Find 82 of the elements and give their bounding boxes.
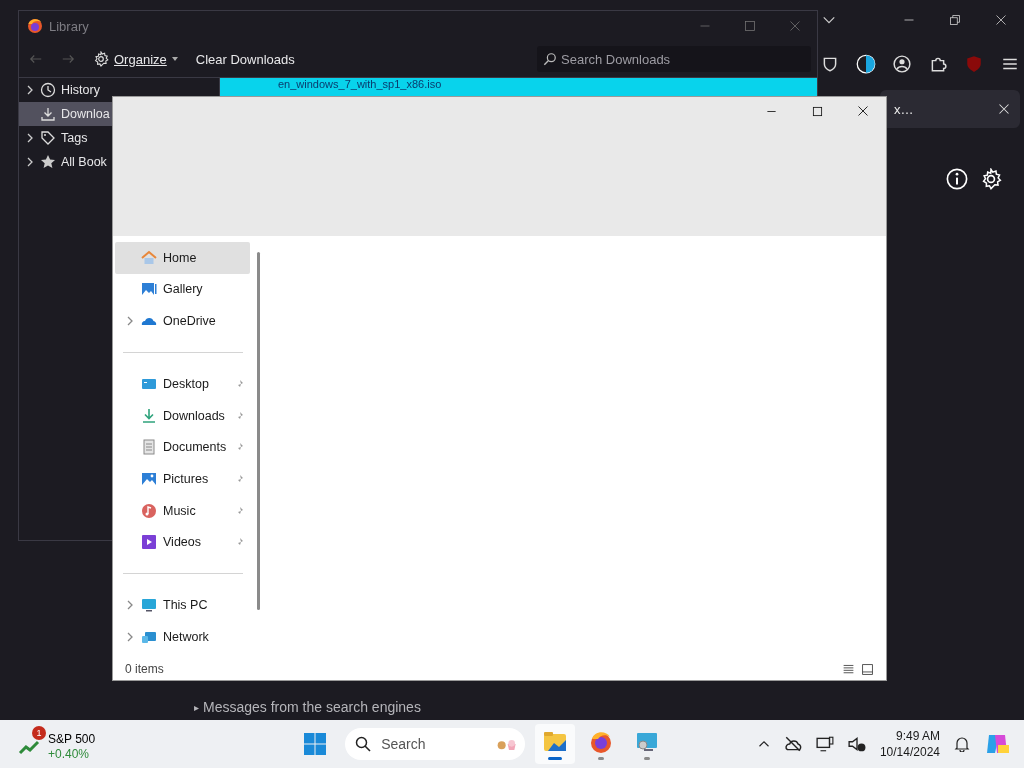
tiles-icon <box>861 662 874 676</box>
half-circle-icon <box>856 54 876 74</box>
tag-icon <box>40 130 56 146</box>
restore-icon <box>949 14 961 26</box>
caret-icon <box>171 56 178 62</box>
nav-item[interactable]: Downloads <box>115 399 250 432</box>
nav-item[interactable]: Music <box>115 494 250 527</box>
music-note-icon <box>141 502 157 519</box>
sidebar-item[interactable]: History <box>19 78 112 102</box>
shield-icon <box>965 55 983 73</box>
sidebar-item[interactable]: Tags <box>19 126 112 150</box>
nav-item[interactable]: This PC <box>115 589 250 622</box>
forward-arrow-icon <box>61 52 75 66</box>
nav-item[interactable]: Network <box>115 621 250 653</box>
image-icon <box>141 470 157 487</box>
close-icon <box>995 14 1007 26</box>
windows-logo-icon <box>303 732 328 756</box>
search-field[interactable]: Search Downloads <box>537 46 811 72</box>
status-text: 0 items <box>125 662 164 676</box>
close-icon <box>998 103 1010 115</box>
sidebar-item[interactable]: Downloa <box>19 102 112 126</box>
chevron-icon[interactable] <box>25 157 35 167</box>
nav-item[interactable]: Desktop <box>115 368 250 400</box>
monitor-icon <box>141 597 157 614</box>
info-icon <box>946 168 968 190</box>
cloud-off-icon <box>783 735 802 753</box>
fox-globe-icon <box>27 18 43 34</box>
search-icon <box>355 736 372 752</box>
close-button[interactable] <box>998 103 1010 115</box>
date-text: 10/14/2024 <box>879 744 940 760</box>
close-icon <box>857 105 869 117</box>
clock-icon <box>40 82 56 98</box>
tiles-view-button[interactable] <box>861 662 874 676</box>
settings-icon <box>93 51 109 67</box>
nav-item[interactable]: Videos <box>115 526 250 558</box>
search-field[interactable]: Search <box>345 728 526 760</box>
house-icon <box>141 249 157 266</box>
nav-item[interactable]: Gallery <box>115 273 250 306</box>
info-button[interactable] <box>946 168 968 190</box>
time-text: 9:49 AM <box>895 728 940 744</box>
back-arrow-icon <box>29 52 43 66</box>
bell-icon <box>954 736 970 752</box>
shield-icon <box>821 55 839 73</box>
download-icon <box>141 407 157 424</box>
settings-icon <box>980 168 1002 190</box>
puzzle-icon <box>929 55 947 73</box>
scrollbar[interactable] <box>257 252 260 610</box>
clock[interactable]: 9:49 AM 10/14/2024 <box>879 728 940 760</box>
muted-speaker-icon <box>847 735 866 753</box>
section-link[interactable]: Messages from the search engines <box>203 699 421 715</box>
monitor-icon <box>815 735 834 753</box>
maximize-icon <box>743 20 756 32</box>
star-icon <box>40 154 56 170</box>
image-icon <box>141 281 157 298</box>
download-icon <box>40 106 56 122</box>
details-view-button[interactable] <box>842 662 855 676</box>
notification-text: x… <box>894 101 914 117</box>
video-icon <box>141 534 157 551</box>
document-icon <box>141 439 157 456</box>
search-icon <box>543 52 557 66</box>
taskbar-app[interactable] <box>535 724 576 764</box>
window-title: Library <box>49 18 89 34</box>
nav-item[interactable]: OneDrive <box>115 305 250 337</box>
download-row[interactable]: en_windows_7_with_sp1_x86.iso <box>220 78 817 98</box>
nav-item[interactable]: Home <box>115 242 250 274</box>
notification-badge: 1 <box>32 726 46 740</box>
stock-widget[interactable]: 1 S&P 500 +0.40% <box>18 726 96 762</box>
widget-change: +0.40% <box>48 747 91 762</box>
chevron-icon[interactable] <box>25 133 35 143</box>
chevron-icon[interactable] <box>25 85 35 95</box>
account-icon <box>893 55 911 73</box>
widget-title: S&P 500 <box>48 732 96 747</box>
list-icon <box>842 662 855 676</box>
nav-item[interactable]: Documents <box>115 431 250 464</box>
settings-button[interactable] <box>980 168 1002 190</box>
sidebar-item[interactable]: All Book <box>19 150 112 174</box>
maximize-icon <box>811 105 823 117</box>
clear-downloads-button[interactable]: Clear Downloads <box>191 49 299 69</box>
nav-item[interactable]: Pictures <box>115 463 250 495</box>
organize-menu[interactable]: Organize <box>89 49 182 69</box>
close-icon <box>788 20 801 32</box>
disclosure-triangle[interactable]: ▸ <box>194 701 199 713</box>
